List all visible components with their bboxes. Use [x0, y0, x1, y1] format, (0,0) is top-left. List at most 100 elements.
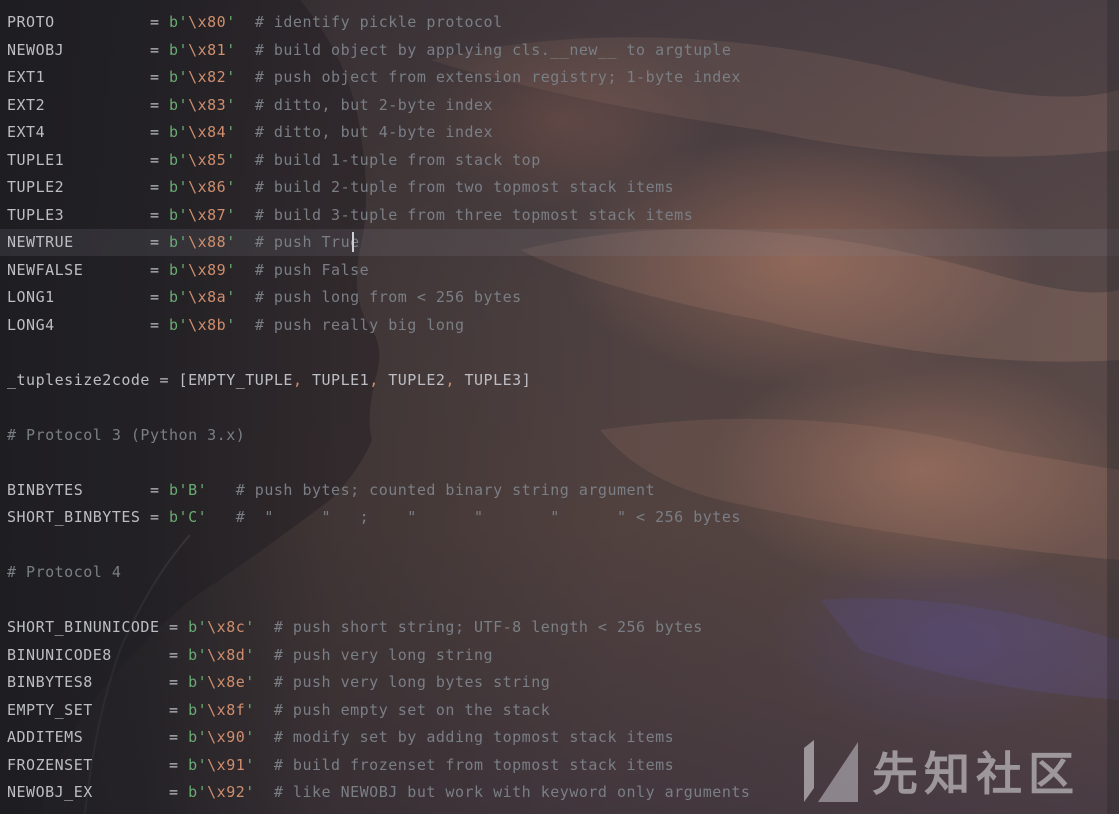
code-comment: # Protocol 4: [7, 563, 122, 581]
assign-operator: =: [149, 233, 170, 251]
code-line[interactable]: TUPLE1 = b'\x85' # build 1-tuple from st…: [7, 147, 750, 175]
assign-operator: =: [149, 68, 170, 86]
escape-sequence: \x92: [207, 783, 246, 801]
code-line[interactable]: FROZENSET = b'\x91' # build frozenset fr…: [7, 752, 750, 780]
code-line[interactable]: [7, 339, 750, 367]
constant-name: BINUNICODE8: [7, 645, 112, 664]
constant-name: TUPLE2: [7, 178, 65, 196]
code-line[interactable]: SHORT_BINBYTES = b'C' # " " ; " " " " < …: [7, 504, 750, 532]
bytes-prefix: b': [169, 150, 189, 169]
code-comment: # push False: [254, 260, 370, 279]
escape-sequence: \x8f: [207, 700, 246, 719]
constant-name: BINBYTES: [7, 480, 84, 499]
bytes-quote: ': [226, 233, 236, 251]
list-item: TUPLE1: [312, 370, 370, 389]
code-line[interactable]: TUPLE3 = b'\x87' # build 3-tuple from th…: [7, 202, 750, 230]
bytes-prefix: b': [169, 178, 189, 196]
code-line[interactable]: PROTO = b'\x80' # identify pickle protoc…: [7, 9, 750, 37]
bytes-quote: ': [226, 260, 236, 279]
bytes-prefix: b': [188, 783, 208, 801]
code-line[interactable]: NEWOBJ_EX = b'\x92' # like NEWOBJ but wo…: [7, 779, 750, 807]
constant-name: BINBYTES8: [7, 673, 93, 691]
assign-operator: =: [149, 13, 170, 31]
code-comment: # push True: [254, 233, 360, 251]
constant-name: SHORT_BINBYTES: [7, 508, 141, 526]
bytes-quote: ': [245, 673, 255, 691]
escape-sequence: \x84: [188, 123, 227, 141]
code-line[interactable]: _tuplesize2code = [EMPTY_TUPLE, TUPLE1, …: [7, 367, 750, 395]
code-comment: # push empty set on the stack: [273, 700, 551, 719]
escape-sequence: \x90: [207, 728, 246, 746]
code-line[interactable]: BINBYTES8 = b'\x8e' # push very long byt…: [7, 669, 750, 697]
code-line[interactable]: ADDITEMS = b'\x90' # modify set by addin…: [7, 724, 750, 752]
bytes-literal: b'C': [169, 508, 208, 526]
assign-operator: =: [149, 288, 170, 306]
escape-sequence: \x82: [188, 68, 227, 86]
code-line[interactable]: [7, 449, 750, 477]
bytes-prefix: b': [169, 315, 189, 334]
constant-name: LONG1: [7, 288, 55, 306]
bytes-quote: ': [245, 645, 255, 664]
code-line[interactable]: TUPLE2 = b'\x86' # build 2-tuple from tw…: [7, 174, 750, 202]
code-comment: # push long from < 256 bytes: [254, 288, 522, 306]
bracket: ]: [521, 370, 532, 389]
code-comment: # ditto, but 2-byte index: [254, 95, 494, 114]
escape-sequence: \x81: [188, 40, 227, 59]
code-line[interactable]: BINBYTES = b'B' # push bytes; counted bi…: [7, 477, 750, 505]
assign-operator: =: [169, 673, 189, 691]
vertical-scrollbar[interactable]: [1107, 0, 1119, 814]
assign-operator: =: [149, 260, 170, 279]
code-line[interactable]: EXT4 = b'\x84' # ditto, but 4-byte index: [7, 119, 750, 147]
bytes-quote: ': [226, 123, 236, 141]
bytes-literal: b'B': [169, 480, 208, 499]
code-line[interactable]: EXT1 = b'\x82' # push object from extens…: [7, 64, 750, 92]
assign-operator: =: [149, 123, 170, 141]
code-comment: # push bytes; counted binary string argu…: [235, 480, 656, 499]
code-line[interactable]: BINUNICODE8 = b'\x8d' # push very long s…: [7, 642, 750, 670]
escape-sequence: \x85: [188, 150, 227, 169]
scrollbar-thumb[interactable]: [1109, 0, 1117, 814]
escape-sequence: \x86: [188, 178, 227, 196]
code-line[interactable]: NEWTRUE = b'\x88' # push True: [7, 229, 750, 257]
constant-name: EXT4: [7, 123, 46, 141]
code-editor[interactable]: PROTO = b'\x80' # identify pickle protoc…: [0, 0, 1119, 814]
comma: ,: [292, 370, 312, 389]
code-line[interactable]: [7, 394, 750, 422]
escape-sequence: \x83: [188, 95, 227, 114]
code-line[interactable]: NEWFALSE = b'\x89' # push False: [7, 257, 750, 285]
code-line[interactable]: LONG4 = b'\x8b' # push really big long: [7, 312, 750, 340]
assign-operator: =: [169, 645, 189, 664]
bytes-quote: ': [226, 40, 236, 59]
assign-operator: =: [169, 618, 189, 636]
escape-sequence: \x8c: [207, 618, 246, 636]
code-comment: # like NEWOBJ but work with keyword only…: [273, 783, 751, 801]
code-line[interactable]: # Protocol 4: [7, 559, 750, 587]
code-line[interactable]: EXT2 = b'\x83' # ditto, but 2-byte index: [7, 92, 750, 120]
code-line[interactable]: [7, 532, 750, 560]
bytes-quote: ': [226, 288, 236, 306]
comma: ,: [369, 370, 389, 389]
code-line[interactable]: [7, 587, 750, 615]
assign-operator: =: [149, 205, 170, 224]
code-line[interactable]: NEWOBJ = b'\x81' # build object by apply…: [7, 37, 750, 65]
code-line[interactable]: EMPTY_SET = b'\x8f' # push empty set on …: [7, 697, 750, 725]
assign-operator: =: [149, 95, 170, 114]
assign-operator: =: [169, 783, 189, 801]
bytes-prefix: b': [169, 40, 189, 59]
code-line[interactable]: LONG1 = b'\x8a' # push long from < 256 b…: [7, 284, 750, 312]
bytes-quote: ': [245, 728, 255, 746]
code-line[interactable]: # Protocol 3 (Python 3.x): [7, 422, 750, 450]
bytes-prefix: b': [169, 95, 189, 114]
code-comment: # build frozenset from topmost stack ite…: [273, 755, 675, 774]
constant-name: NEWFALSE: [7, 260, 84, 279]
code-comment: # build 2-tuple from two topmost stack i…: [254, 178, 675, 196]
list-item: TUPLE3: [464, 370, 522, 389]
bytes-prefix: b': [169, 205, 189, 224]
constant-name: FROZENSET: [7, 755, 93, 774]
bytes-quote: ': [226, 95, 236, 114]
code-line[interactable]: SHORT_BINUNICODE = b'\x8c' # push short …: [7, 614, 750, 642]
code-area[interactable]: PROTO = b'\x80' # identify pickle protoc…: [7, 9, 750, 807]
escape-sequence: \x87: [188, 205, 227, 224]
watermark-text: 先知社区: [872, 747, 1080, 801]
bytes-prefix: b': [169, 68, 189, 86]
